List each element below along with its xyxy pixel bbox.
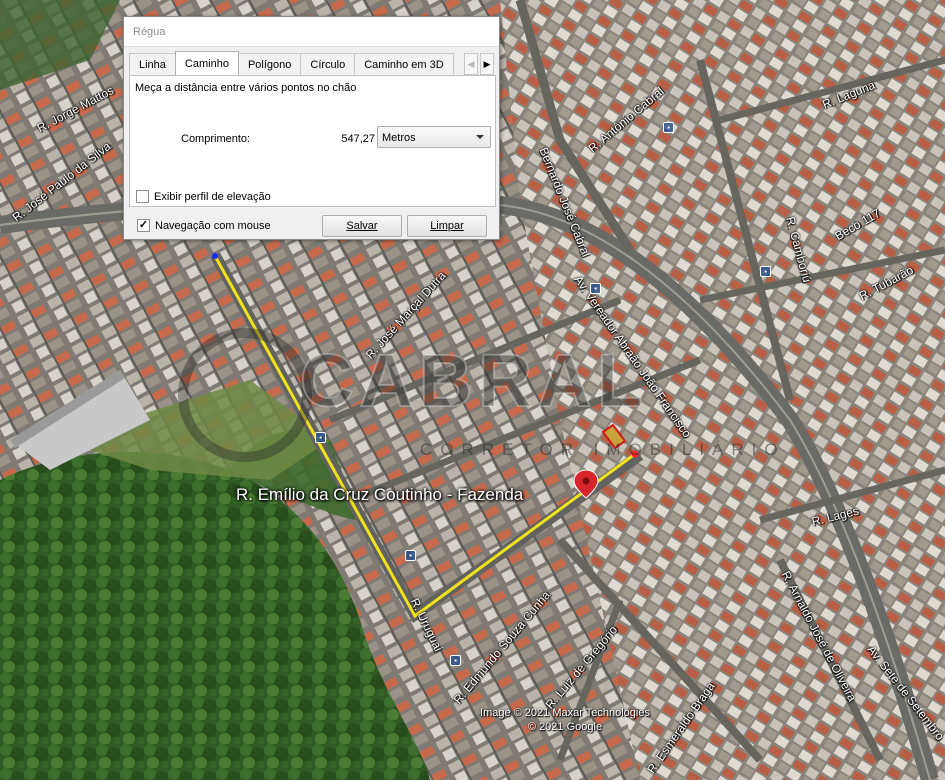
tab-caminho-3d[interactable]: Caminho em 3D bbox=[354, 53, 454, 75]
ruler-dialog: Régua Linha Caminho Polígono Círculo Cam… bbox=[123, 16, 500, 240]
ruler-tabs: Linha Caminho Polígono Círculo Caminho e… bbox=[129, 51, 454, 75]
mouse-navigation-label: Navegação com mouse bbox=[155, 219, 271, 232]
bus-stop-icon[interactable]: ▪ bbox=[590, 283, 601, 294]
path-start-point bbox=[212, 253, 218, 259]
dialog-titlebar[interactable]: Régua bbox=[124, 17, 499, 47]
place-label[interactable]: R. Emílio da Cruz Coutinho - Fazenda bbox=[236, 485, 523, 505]
tab-scroll-right-icon[interactable]: ▶ bbox=[480, 53, 494, 75]
bus-stop-icon[interactable]: ▪ bbox=[405, 550, 416, 561]
tab-linha[interactable]: Linha bbox=[129, 53, 176, 75]
tab-caminho[interactable]: Caminho bbox=[174, 51, 239, 75]
elevation-profile-label: Exibir perfil de elevação bbox=[154, 190, 271, 203]
mouse-navigation-option[interactable]: ✓ Navegação com mouse bbox=[137, 219, 271, 232]
watermark-subtitle: CORRETOR IMOBILIÁRIO bbox=[420, 440, 786, 459]
mouse-navigation-checkbox[interactable]: ✓ bbox=[137, 219, 150, 232]
save-button[interactable]: Salvar bbox=[322, 215, 402, 237]
elevation-profile-checkbox[interactable] bbox=[136, 190, 149, 203]
bus-stop-icon[interactable]: ▪ bbox=[663, 122, 674, 133]
length-label: Comprimento: bbox=[181, 133, 251, 145]
ruler-panel: Meça a distância entre vários pontos no … bbox=[129, 75, 496, 207]
imagery-copyright: Image © 2021 Maxar Technologies © 2021 G… bbox=[455, 706, 675, 734]
unit-select-value: Metros bbox=[382, 132, 416, 144]
clear-button[interactable]: Limpar bbox=[407, 215, 487, 237]
bus-stop-icon[interactable]: ▪ bbox=[450, 655, 461, 666]
clear-button-label: Limpar bbox=[430, 220, 464, 232]
copyright-line-1: Image © 2021 Maxar Technologies bbox=[480, 707, 650, 719]
elevation-profile-option[interactable]: Exibir perfil de elevação bbox=[136, 190, 271, 203]
measure-description: Meça a distância entre vários pontos no … bbox=[135, 82, 357, 94]
bus-stop-icon[interactable]: ▪ bbox=[760, 266, 771, 277]
watermark-logo: CABRAL bbox=[299, 338, 649, 423]
chevron-down-icon bbox=[476, 135, 484, 139]
tab-poligono[interactable]: Polígono bbox=[237, 53, 302, 75]
length-value: 547,27 bbox=[341, 133, 375, 145]
copyright-line-2: © 2021 Google bbox=[527, 721, 603, 733]
dialog-title: Régua bbox=[133, 26, 166, 38]
tab-circulo[interactable]: Círculo bbox=[300, 53, 356, 75]
save-button-label: Salvar bbox=[346, 220, 378, 232]
unit-select[interactable]: Metros bbox=[377, 126, 491, 148]
tab-scroll-left-icon[interactable]: ◀ bbox=[464, 53, 478, 75]
bus-stop-icon[interactable]: ▪ bbox=[315, 432, 326, 443]
